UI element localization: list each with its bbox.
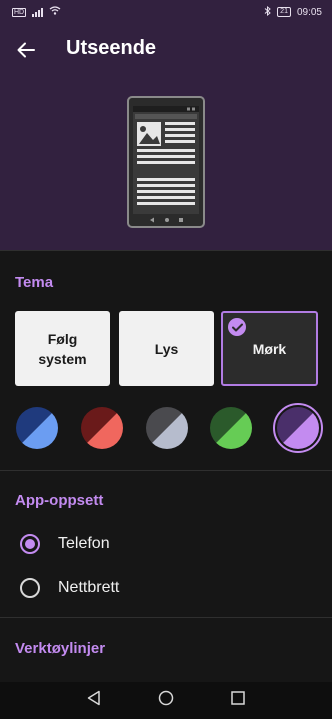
theme-option-label: Lys <box>154 340 179 357</box>
status-left: HD <box>12 6 61 18</box>
signal-icon <box>32 7 44 17</box>
battery-indicator: 21 <box>277 7 291 17</box>
color-swatch-green[interactable] <box>210 407 252 449</box>
check-icon <box>228 318 246 336</box>
back-button[interactable] <box>12 36 40 64</box>
color-swatch-red[interactable] <box>81 407 123 449</box>
wifi-icon <box>49 6 61 18</box>
status-right: 21 09:05 <box>264 5 322 19</box>
theme-option-follow-system[interactable]: Følg system <box>15 311 110 386</box>
preview-content-icon <box>133 106 199 205</box>
arrow-left-icon <box>17 42 35 58</box>
color-swatch-purple[interactable] <box>277 407 319 449</box>
hd-icon: HD <box>12 7 27 17</box>
status-bar: HD 21 09:05 <box>0 0 332 24</box>
radio-button[interactable] <box>20 578 40 598</box>
phone-preview-screen <box>133 106 199 214</box>
divider <box>0 470 332 471</box>
system-navigation-bar <box>0 682 332 719</box>
theme-option-dark[interactable]: Mørk <box>221 311 318 386</box>
radio-button-selected[interactable] <box>20 534 40 554</box>
divider <box>0 617 332 618</box>
app-bar: Utseende <box>0 24 332 250</box>
layout-option-tablet[interactable]: Nettbrett <box>0 568 332 608</box>
nav-back-icon[interactable] <box>86 690 102 711</box>
layout-section-title: App-oppsett <box>15 492 104 509</box>
nav-home-icon[interactable] <box>158 690 174 711</box>
theme-section-title: Tema <box>15 274 54 291</box>
layout-option-phone[interactable]: Telefon <box>0 524 332 564</box>
color-swatch-grey[interactable] <box>146 407 188 449</box>
layout-option-label: Nettbrett <box>58 579 120 596</box>
theme-option-label: Mørk <box>252 340 287 357</box>
phone-preview-illustration <box>127 96 205 228</box>
clock: 09:05 <box>296 6 322 18</box>
theme-option-light[interactable]: Lys <box>119 311 214 386</box>
nav-recents-icon[interactable] <box>230 690 246 711</box>
bluetooth-icon <box>264 5 271 19</box>
page-title: Utseende <box>66 37 157 59</box>
color-swatch-blue[interactable] <box>16 407 58 449</box>
phone-nav-keys-icon <box>150 217 183 223</box>
divider <box>0 250 332 251</box>
layout-option-label: Telefon <box>58 535 110 552</box>
theme-option-label: Følg system <box>38 330 87 367</box>
toolbars-section-title[interactable]: Verktøylinjer <box>15 640 105 657</box>
